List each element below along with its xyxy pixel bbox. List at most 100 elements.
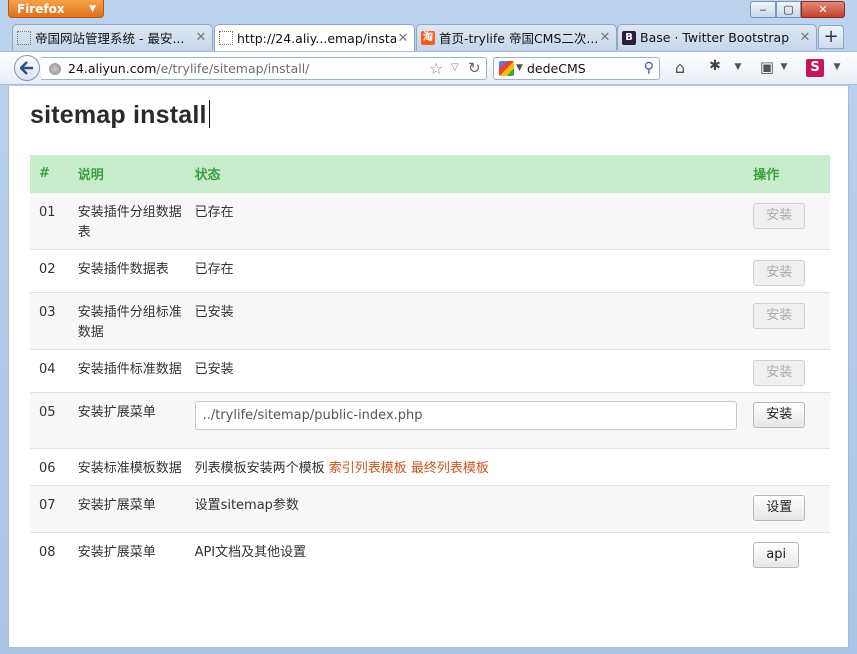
table-row: 02 安装插件数据表 已存在 安装 xyxy=(30,249,830,293)
close-tab-icon[interactable]: ✕ xyxy=(194,30,208,45)
row-num: 04 xyxy=(30,349,69,393)
address-bar[interactable]: 24.aliyun.com/e/trylife/sitemap/install/… xyxy=(41,57,487,80)
install-button[interactable]: 安装 xyxy=(753,203,806,229)
row-status: 已安装 xyxy=(185,349,745,393)
text-cursor xyxy=(208,100,210,128)
tab-bar: 帝国网站管理系统 - 最安... ✕ http://24.aliy...emap… xyxy=(0,23,857,51)
row-num: 03 xyxy=(30,292,69,350)
row-status: 已存在 xyxy=(185,249,745,293)
empty-cell xyxy=(744,448,830,486)
row-status: 已存在 xyxy=(185,192,745,250)
bookmark-star-icon[interactable]: ☆ xyxy=(429,59,443,78)
close-tab-icon[interactable]: ✕ xyxy=(396,31,410,46)
search-icon[interactable]: ⚲ xyxy=(644,60,654,76)
browser-window: Firefox ▼ ‒ ▢ ✕ 帝国网站管理系统 - 最安... ✕ http:/… xyxy=(0,0,857,654)
bookmarks-icon[interactable]: ▣ xyxy=(756,58,778,78)
row-num: 06 xyxy=(30,448,69,486)
search-bar: ▼ ⚲ xyxy=(493,57,660,80)
google-engine-icon[interactable] xyxy=(499,61,514,76)
row-status: 列表模板安装两个模板 索引列表模板 最终列表模板 xyxy=(185,448,745,486)
install-button[interactable]: 安装 xyxy=(753,303,806,329)
table-row: 07 安装扩展菜单 设置sitemap参数 设置 xyxy=(30,485,830,533)
home-icon[interactable]: ⌂ xyxy=(669,58,691,78)
row-num: 05 xyxy=(30,392,69,449)
chevron-down-icon[interactable]: ▼ xyxy=(779,62,789,82)
tab-title: http://24.aliy...emap/install/ xyxy=(237,30,396,46)
header-desc: 说明 xyxy=(68,155,186,193)
row-desc: 安装扩展菜单 xyxy=(68,532,186,580)
row-num: 01 xyxy=(30,192,69,250)
url-path: /e/trylife/sitemap/install/ xyxy=(156,61,310,76)
table-row: 06 安装标准模板数据 列表模板安装两个模板 索引列表模板 最终列表模板 xyxy=(30,448,830,486)
extension-icon[interactable]: ✱ xyxy=(704,58,726,78)
search-input[interactable] xyxy=(527,60,637,77)
close-tab-icon[interactable]: ✕ xyxy=(598,30,612,45)
row-status: 已安装 xyxy=(185,292,745,350)
chevron-down-icon[interactable]: ▼ xyxy=(832,62,842,82)
tab-empire-cms[interactable]: 帝国网站管理系统 - 最安... ✕ xyxy=(12,24,213,50)
row-desc: 安装标准模板数据 xyxy=(68,448,186,486)
blank-page-icon xyxy=(17,30,31,45)
back-button[interactable] xyxy=(14,55,40,81)
close-window-button[interactable]: ✕ xyxy=(801,1,845,18)
row-status: API文档及其他设置 xyxy=(185,532,745,580)
table-row: 05 安装扩展菜单 安装 xyxy=(30,392,830,449)
globe-icon xyxy=(49,63,61,75)
chevron-down-icon: ▼ xyxy=(89,4,96,14)
template-note: 列表模板安装两个模板 xyxy=(194,461,325,476)
minimize-button[interactable]: ‒ xyxy=(750,1,776,18)
tab-sitemap-install[interactable]: http://24.aliy...emap/install/ ✕ xyxy=(214,24,415,51)
row-desc: 安装插件分组标准数据 xyxy=(68,292,186,350)
table-row: 04 安装插件标准数据 已安装 安装 xyxy=(30,349,830,393)
api-button[interactable]: api xyxy=(753,542,800,568)
row-desc: 安装插件分组数据表 xyxy=(68,192,186,250)
tab-bootstrap[interactable]: B Base · Twitter Bootstrap ✕ xyxy=(617,24,817,50)
history-dropdown-icon[interactable]: ▽ xyxy=(451,62,459,73)
row-desc: 安装扩展菜单 xyxy=(68,392,186,449)
s-extension-icon[interactable]: S xyxy=(806,59,824,77)
install-button[interactable]: 安装 xyxy=(753,360,806,386)
row-desc: 安装插件数据表 xyxy=(68,249,186,293)
url-text: 24.aliyun.com/e/trylife/sitemap/install/ xyxy=(68,61,309,76)
install-button[interactable]: 安装 xyxy=(753,260,806,286)
header-status: 状态 xyxy=(185,155,745,193)
install-table: # 说明 状态 操作 01 安装插件分组数据表 已存在 安装 02 安装插件数据… xyxy=(30,155,830,580)
settings-button[interactable]: 设置 xyxy=(753,495,806,521)
bootstrap-icon: B xyxy=(622,30,636,45)
maximize-button[interactable]: ▢ xyxy=(776,1,801,18)
reload-icon[interactable]: ↻ xyxy=(468,59,481,77)
firefox-menu-label: Firefox xyxy=(17,2,65,16)
blank-page-icon xyxy=(219,31,233,45)
page-title: sitemap install xyxy=(30,100,210,130)
final-list-template-link[interactable]: 最终列表模板 xyxy=(411,461,489,476)
url-domain: 24.aliyun.com xyxy=(68,61,157,76)
tab-trylife-home[interactable]: 淘 首页-trylife 帝国CMS二次... ✕ xyxy=(416,24,617,50)
table-header-row: # 说明 状态 操作 xyxy=(30,155,830,193)
row-num: 07 xyxy=(30,485,69,533)
menu-path-input[interactable] xyxy=(194,401,737,430)
new-tab-button[interactable]: + xyxy=(818,25,844,49)
page-title-text: sitemap install xyxy=(30,101,207,129)
row-desc: 安装插件标准数据 xyxy=(68,349,186,393)
chevron-down-icon[interactable]: ▼ xyxy=(733,62,743,82)
tab-title: Base · Twitter Bootstrap xyxy=(640,30,790,45)
table-row: 03 安装插件分组标准数据 已安装 安装 xyxy=(30,292,830,350)
close-tab-icon[interactable]: ✕ xyxy=(798,30,812,45)
row-desc: 安装扩展菜单 xyxy=(68,485,186,533)
taobao-icon: 淘 xyxy=(421,30,435,45)
navigation-toolbar: 24.aliyun.com/e/trylife/sitemap/install/… xyxy=(0,51,857,85)
row-status: 设置sitemap参数 xyxy=(185,485,745,533)
row-num: 02 xyxy=(30,249,69,293)
title-bar: Firefox ▼ ‒ ▢ ✕ xyxy=(0,0,857,22)
index-list-template-link[interactable]: 索引列表模板 xyxy=(329,461,407,476)
header-op: 操作 xyxy=(744,155,830,193)
engine-dropdown-icon[interactable]: ▼ xyxy=(516,63,523,73)
header-num: # xyxy=(30,155,69,193)
page-content: sitemap install # 说明 状态 操作 01 安装插件分组数据表 … xyxy=(8,86,849,648)
back-arrow-icon xyxy=(20,61,33,75)
table-row: 08 安装扩展菜单 API文档及其他设置 api xyxy=(30,532,830,580)
tab-title: 帝国网站管理系统 - 最安... xyxy=(35,31,185,46)
install-menu-button[interactable]: 安装 xyxy=(753,402,806,428)
row-num: 08 xyxy=(30,532,69,580)
firefox-menu-button[interactable]: Firefox ▼ xyxy=(8,0,104,18)
